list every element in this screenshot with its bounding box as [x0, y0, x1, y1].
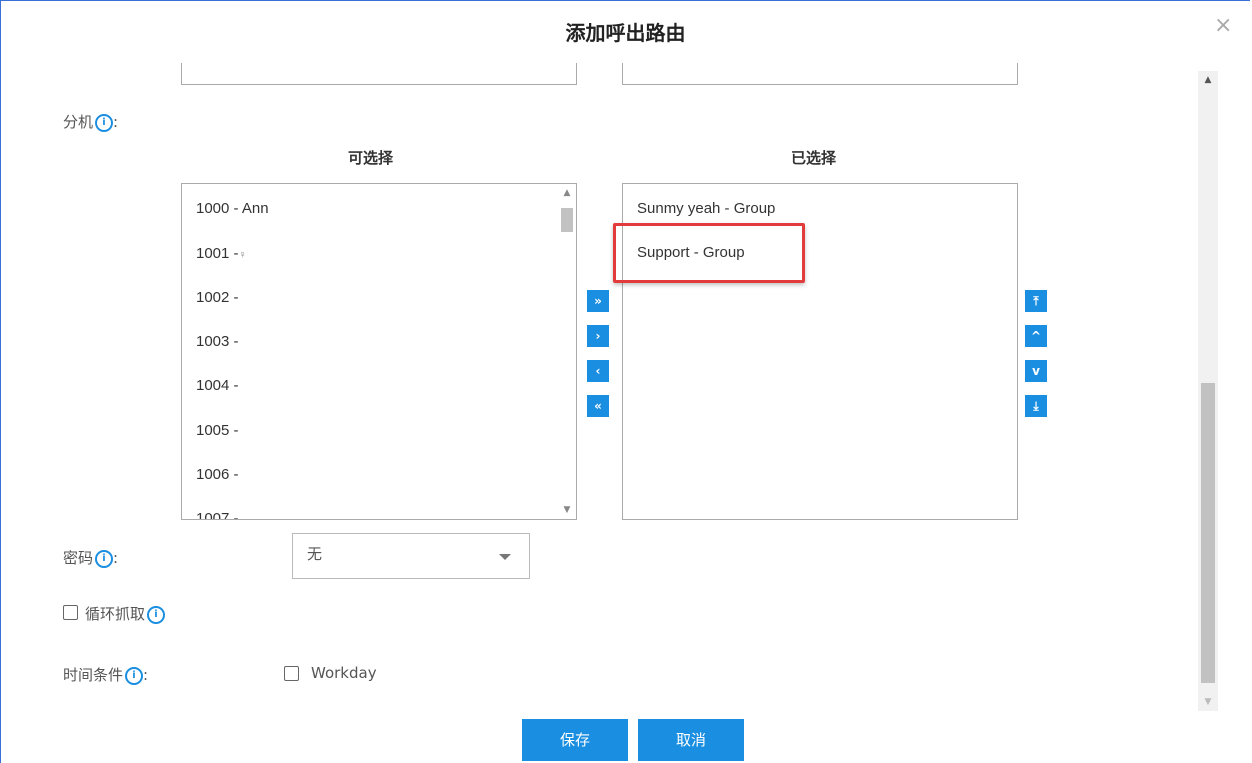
scroll-thumb[interactable] — [1201, 383, 1215, 683]
close-icon[interactable]: × — [1214, 15, 1232, 37]
scroll-down-icon[interactable]: ▼ — [1198, 693, 1218, 711]
scroll-up-icon[interactable]: ▲ — [1198, 71, 1218, 89]
round-robin-checkbox[interactable] — [63, 605, 78, 620]
previous-listbox-left — [181, 63, 577, 85]
info-icon[interactable]: i — [95, 549, 114, 568]
move-up-button[interactable]: ^ — [1025, 325, 1047, 347]
password-select-value: 无 — [307, 545, 323, 563]
time-condition-label: 时间条件 i: — [63, 666, 149, 685]
extension-label: 分机 i: — [63, 113, 119, 132]
move-down-button[interactable]: v — [1025, 360, 1047, 382]
workday-label: Workday — [311, 664, 377, 682]
available-header: 可选择 — [348, 149, 394, 167]
list-item[interactable]: Sunmy yeah - Group — [637, 200, 775, 217]
list-item[interactable]: 1005 - — [196, 422, 239, 439]
add-all-button[interactable]: » — [587, 290, 609, 312]
move-top-button[interactable]: ⤒ — [1025, 290, 1047, 312]
scroll-down-icon[interactable]: ▼ — [558, 501, 576, 519]
remove-all-button[interactable]: « — [587, 395, 609, 417]
list-item[interactable]: 1001 -♀ — [196, 245, 247, 262]
info-icon[interactable]: i — [125, 666, 144, 685]
remove-button[interactable]: ‹ — [587, 360, 609, 382]
workday-checkbox[interactable] — [284, 666, 299, 681]
list-item[interactable]: 1006 - — [196, 466, 239, 483]
dialog-scrollbar[interactable]: ▲ ▼ — [1198, 71, 1218, 711]
dialog-title: 添加呼出路由 — [565, 21, 686, 45]
save-button[interactable]: 保存 — [522, 719, 628, 761]
info-icon[interactable]: i — [147, 605, 166, 624]
available-extensions-list[interactable]: 1000 - Ann 1001 -♀ 1002 - 1003 - 1004 - … — [181, 183, 577, 520]
list-item[interactable]: 1002 - — [196, 289, 239, 306]
move-bottom-button[interactable]: ⤓ — [1025, 395, 1047, 417]
round-robin-label: 循环抓取 i — [85, 603, 166, 624]
scroll-thumb[interactable] — [561, 208, 573, 232]
info-icon[interactable]: i — [95, 113, 114, 132]
cancel-button[interactable]: 取消 — [638, 719, 744, 761]
previous-listbox-right — [622, 63, 1018, 85]
password-label: 密码 i: — [63, 549, 119, 568]
scroll-up-icon[interactable]: ▲ — [558, 184, 576, 202]
dialog-content: 分机 i: 可选择 已选择 1000 - Ann 1001 -♀ 1002 - 1… — [1, 63, 1191, 711]
list-item[interactable]: 1007 - — [196, 510, 239, 519]
add-button[interactable]: › — [587, 325, 609, 347]
partial-glyph: ♀ — [238, 249, 247, 261]
highlight-box — [613, 223, 805, 283]
list-item[interactable]: 1000 - Ann — [196, 200, 269, 217]
available-list-scrollbar[interactable]: ▲ ▼ — [558, 184, 576, 519]
chevron-down-icon — [499, 554, 511, 560]
password-select[interactable]: 无 — [292, 533, 530, 579]
list-item[interactable]: 1004 - — [196, 377, 239, 394]
add-outbound-route-dialog: 添加呼出路由 × 分机 i: 可选择 已选择 1000 - Ann 1001 -♀… — [0, 0, 1250, 763]
list-item[interactable]: 1003 - — [196, 333, 239, 350]
selected-header: 已选择 — [791, 149, 837, 167]
